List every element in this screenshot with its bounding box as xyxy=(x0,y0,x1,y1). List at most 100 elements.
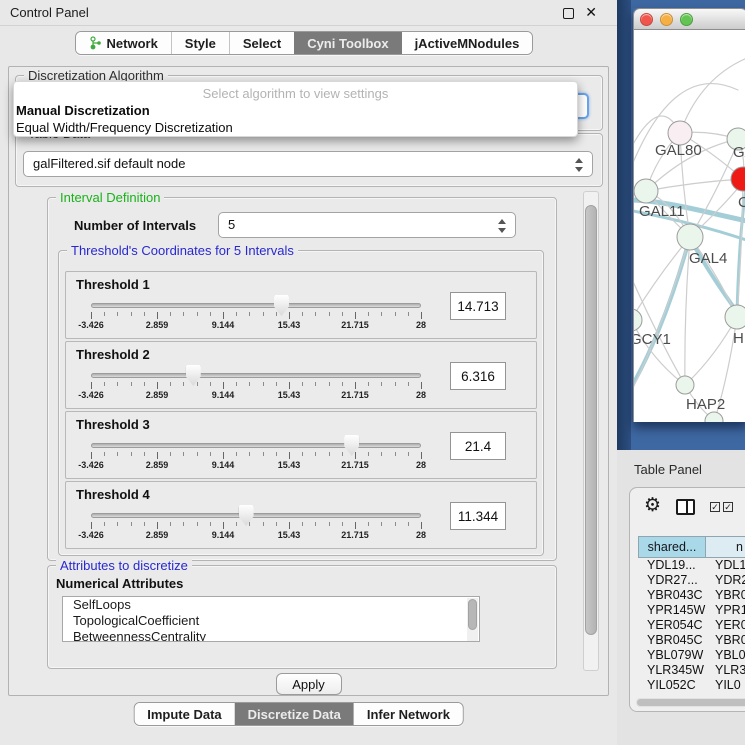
tab-label: Select xyxy=(243,36,281,51)
table-cell: YPR1 xyxy=(706,603,745,618)
float-window-icon[interactable] xyxy=(563,8,574,19)
tab-label: Discretize Data xyxy=(248,707,341,722)
column-header-2[interactable]: n xyxy=(706,536,745,558)
tab-cyni-toolbox[interactable]: Cyni Toolbox xyxy=(294,32,401,54)
slider-tick xyxy=(117,522,118,526)
slider-tick-label: 21.715 xyxy=(341,530,369,540)
table-row[interactable]: YBR043CYBR0 xyxy=(638,588,745,603)
attribute-item-selfloops[interactable]: SelfLoops xyxy=(63,597,479,613)
slider-tick xyxy=(355,522,356,529)
slider-tick xyxy=(368,382,369,386)
threshold-value-field[interactable]: 11.344 xyxy=(450,502,506,530)
network-node-bottom[interactable] xyxy=(705,412,723,422)
threshold-value-field[interactable]: 6.316 xyxy=(450,362,506,390)
network-node-gal4[interactable] xyxy=(677,224,703,250)
node-label-gal80: GAL80 xyxy=(655,142,702,159)
mac-close-button[interactable] xyxy=(640,13,653,26)
attribute-item-betweennesscentrality[interactable]: BetweennessCentrality xyxy=(63,629,479,642)
slider-track[interactable] xyxy=(91,303,421,308)
network-window-titlebar[interactable] xyxy=(633,8,745,30)
cyni-toolbox-panel: Discretization Algorithm Table Data galF… xyxy=(8,66,609,696)
node-label-top-right: GA xyxy=(733,144,745,161)
attribute-item-topologicalcoefficient[interactable]: TopologicalCoefficient xyxy=(63,613,479,629)
slider-tick-label: 2.859 xyxy=(146,320,169,330)
scrollbar-thumb[interactable] xyxy=(637,699,745,706)
slider-tick xyxy=(117,452,118,456)
top-tab-bar: NetworkStyle Select Cyni ToolboxjActiveMNo… xyxy=(75,31,534,55)
table-cell: YDR27... xyxy=(638,573,706,588)
network-node-h[interactable] xyxy=(725,305,745,329)
tab-style[interactable]: Style xyxy=(171,32,229,54)
slider-track[interactable] xyxy=(91,513,421,518)
slider-thumb[interactable] xyxy=(186,365,201,386)
table-row[interactable]: YLR345WYLR3 xyxy=(638,663,745,678)
network-edge[interactable] xyxy=(685,317,737,385)
tab-infer-network[interactable]: Infer Network xyxy=(354,703,463,725)
network-edge[interactable] xyxy=(646,179,743,191)
slider-tick xyxy=(302,522,303,526)
table-row[interactable]: YPR145WYPR1 xyxy=(638,603,745,618)
gear-icon[interactable]: ⚙ xyxy=(644,496,661,515)
slider-tick xyxy=(170,522,171,526)
popup-hint: Select algorithm to view settings xyxy=(14,86,577,101)
network-canvas[interactable]: GAL80GACGAL11GAL4GCY1HHAP2 xyxy=(633,30,745,422)
table-cell: YBL0 xyxy=(706,648,745,663)
scrollbar-thumb[interactable] xyxy=(585,205,597,635)
table-cell: YDL1 xyxy=(706,558,745,573)
close-icon[interactable]: ✕ xyxy=(585,4,597,21)
number-of-intervals-value: 5 xyxy=(228,217,235,232)
slider-tick xyxy=(170,312,171,316)
slider-thumb[interactable] xyxy=(239,505,254,526)
slider-tick xyxy=(249,312,250,316)
checkbox-grid-icon[interactable]: ✓✓ xyxy=(710,502,733,512)
tab-impute-data[interactable]: Impute Data xyxy=(134,703,234,725)
table-row[interactable]: YDL19...YDL1 xyxy=(638,558,745,573)
number-of-intervals-label: Number of Intervals xyxy=(74,218,196,233)
slider-track[interactable] xyxy=(91,373,421,378)
network-node-hap2[interactable] xyxy=(676,376,694,394)
table-hscrollbar[interactable] xyxy=(636,698,745,707)
table-row[interactable]: YBR045CYBR0 xyxy=(638,633,745,648)
table-row[interactable]: YDR27...YDR2 xyxy=(638,573,745,588)
apply-button[interactable]: Apply xyxy=(276,673,342,695)
network-edge[interactable] xyxy=(680,58,745,133)
network-node-gcy1[interactable] xyxy=(634,309,642,331)
slider-tick xyxy=(131,312,132,316)
slider-tick-label: -3.426 xyxy=(78,460,104,470)
table-row[interactable]: YER054CYER0 xyxy=(638,618,745,633)
slider-track[interactable] xyxy=(91,443,421,448)
tab-discretize-data[interactable]: Discretize Data xyxy=(235,703,354,725)
list-scrollbar[interactable] xyxy=(467,598,478,641)
table-data-select[interactable]: galFiltered.sif default node xyxy=(23,151,593,177)
slider-tick-label: 15.43 xyxy=(278,530,301,540)
columns-icon[interactable] xyxy=(676,499,695,515)
slider-tick-label: 2.859 xyxy=(146,530,169,540)
scrollbar-thumb[interactable] xyxy=(468,599,477,630)
slider-tick xyxy=(210,382,211,386)
tab-select[interactable]: Select xyxy=(229,32,294,54)
slider-tick xyxy=(315,452,316,456)
mac-minimize-button[interactable] xyxy=(660,13,673,26)
popup-option-manual-discretization[interactable]: Manual Discretization xyxy=(16,103,150,118)
tab-jactivemnodules[interactable]: jActiveMNodules xyxy=(402,32,533,54)
slider-thumb[interactable] xyxy=(344,435,359,456)
node-label-gcy1: GCY1 xyxy=(634,331,671,348)
number-of-intervals-select[interactable]: 5 xyxy=(218,212,516,238)
table-row[interactable]: YIL052CYIL0 xyxy=(638,678,745,693)
numerical-attributes-list[interactable]: SelfLoopsTopologicalCoefficientBetweenne… xyxy=(62,596,480,642)
slider-tick xyxy=(315,382,316,386)
column-header-1[interactable]: shared... xyxy=(638,536,706,558)
slider-tick xyxy=(236,522,237,526)
popup-option-equal-width-frequency-discretization[interactable]: Equal Width/Frequency Discretization xyxy=(16,120,233,135)
network-node-gal11[interactable] xyxy=(634,179,658,203)
slider-tick xyxy=(395,452,396,456)
slider-tick xyxy=(342,312,343,316)
table-row[interactable]: YBL079WYBL0 xyxy=(638,648,745,663)
threshold-value-field[interactable]: 14.713 xyxy=(450,292,506,320)
panel-scrollbar[interactable] xyxy=(583,191,599,671)
network-edge[interactable] xyxy=(634,237,690,320)
tab-network[interactable]: Network xyxy=(76,32,171,54)
table-cell: YIL052C xyxy=(638,678,706,693)
threshold-value-field[interactable]: 21.4 xyxy=(450,432,506,460)
mac-zoom-button[interactable] xyxy=(680,13,693,26)
